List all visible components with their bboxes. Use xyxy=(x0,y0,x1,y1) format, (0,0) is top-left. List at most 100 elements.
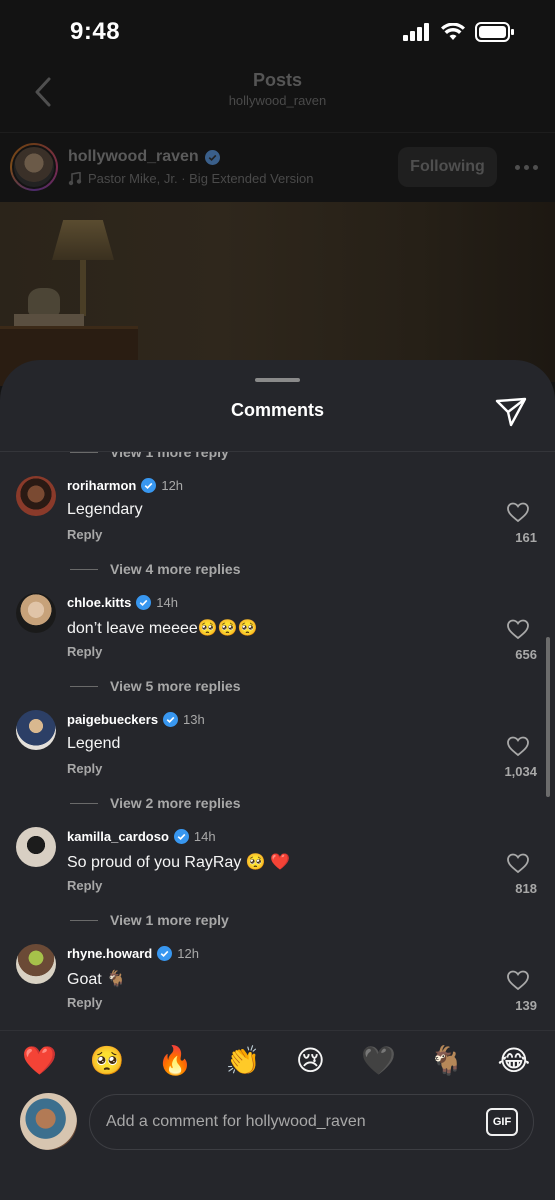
comment-input[interactable]: Add a comment for hollywood_raven xyxy=(89,1094,534,1150)
status-bar: 9:48 xyxy=(0,0,555,62)
comment-meta: paigebueckers 13h xyxy=(67,712,205,727)
sheet-grabber[interactable] xyxy=(255,378,300,382)
emoji-clapping-hands[interactable]: 👏 xyxy=(226,1044,261,1077)
view-replies-label: View 4 more replies xyxy=(110,561,241,577)
comment-item: roriharmon 12h Legendary Reply 161 xyxy=(0,464,555,557)
comment-item: paigebueckers 13h Legend Reply 1,034 xyxy=(0,698,555,791)
gif-button[interactable]: GIF xyxy=(486,1108,518,1136)
emoji-fire[interactable]: 🔥 xyxy=(158,1044,193,1077)
music-note-icon xyxy=(68,171,82,185)
comment-username[interactable]: chloe.kitts xyxy=(67,595,131,610)
comment-meta: chloe.kitts 14h xyxy=(67,595,178,610)
view-replies-label: View 2 more replies xyxy=(110,795,241,811)
heart-icon[interactable] xyxy=(506,734,530,758)
heart-icon[interactable] xyxy=(506,851,530,875)
page-title: Posts xyxy=(252,70,303,90)
comment-text: Legend xyxy=(67,735,121,752)
comment-text: don’t leave meeee🥺🥺🥺 xyxy=(67,620,258,637)
emoji-pleading-face[interactable]: 🥺 xyxy=(90,1044,125,1077)
books xyxy=(14,314,84,326)
reply-button[interactable]: Reply xyxy=(67,644,102,659)
like-count: 656 xyxy=(515,647,537,662)
post-image[interactable] xyxy=(0,202,555,386)
view-replies-button[interactable]: View 1 more reply xyxy=(0,452,555,464)
emoji-crying-face[interactable]: 😢 xyxy=(293,1044,327,1077)
comment-username[interactable]: paigebueckers xyxy=(67,712,158,727)
dot-icon xyxy=(514,164,520,170)
following-button[interactable]: Following xyxy=(398,147,497,187)
sheet-title: Comments xyxy=(230,400,324,420)
view-replies-button[interactable]: View 4 more replies xyxy=(0,557,555,581)
emoji-goat[interactable]: 🐐 xyxy=(429,1044,464,1077)
view-replies-button[interactable]: View 2 more replies xyxy=(0,791,555,815)
reply-line xyxy=(70,568,98,570)
page-subtitle: hollywood_raven xyxy=(228,93,327,108)
avatar[interactable] xyxy=(16,710,56,750)
screen: 9:48 Posts hollywood_raven hollywood_rav… xyxy=(0,0,555,1200)
comment-time: 14h xyxy=(193,829,216,844)
comment-text: So proud of you RayRay 🥺 ❤️ xyxy=(67,854,291,871)
comment-meta: kamilla_cardoso 14h xyxy=(67,829,216,844)
like-count: 161 xyxy=(515,530,537,545)
reply-button[interactable]: Reply xyxy=(67,527,102,542)
like-count: 1,034 xyxy=(504,764,537,779)
comment-item: kamilla_cardoso 14h So proud of you RayR… xyxy=(0,815,555,908)
comments-sheet: Comments View 1 more reply roriharmon 12… xyxy=(0,360,555,1200)
view-replies-label: View 1 more reply xyxy=(110,452,229,460)
reply-button[interactable]: Reply xyxy=(67,761,102,776)
comment-input-placeholder: Add a comment for hollywood_raven xyxy=(106,1113,366,1130)
lamp-pole xyxy=(80,260,86,316)
comment-meta: rhyne.howard 12h xyxy=(67,946,199,961)
reply-line xyxy=(70,919,98,921)
comments-list: View 1 more reply roriharmon 12h Legenda… xyxy=(0,452,555,1025)
reply-button[interactable]: Reply xyxy=(67,878,102,893)
like-count: 139 xyxy=(515,998,537,1013)
status-time: 9:48 xyxy=(70,18,121,45)
comment-item: rhyne.howard 12h Goat 🐐 Reply 139 xyxy=(0,932,555,1025)
music-label: Pastor Mike, Jr. · Big Extended Version xyxy=(88,171,314,186)
reply-button[interactable]: Reply xyxy=(67,995,102,1010)
verified-badge-icon xyxy=(157,946,173,961)
heart-icon[interactable] xyxy=(506,500,530,524)
dot-icon xyxy=(523,164,529,170)
verified-badge-icon xyxy=(136,595,152,610)
post-author[interactable]: hollywood_raven xyxy=(68,148,220,166)
status-icons xyxy=(403,22,515,42)
comment-username[interactable]: kamilla_cardoso xyxy=(67,829,169,844)
view-replies-button[interactable]: View 1 more reply xyxy=(0,908,555,932)
verified-badge-icon xyxy=(163,712,179,727)
emoji-laughing-face[interactable]: 😂 xyxy=(497,1044,531,1077)
post-music[interactable]: Pastor Mike, Jr. · Big Extended Version xyxy=(68,171,313,186)
scrollbar[interactable] xyxy=(546,637,550,797)
comment-composer: Add a comment for hollywood_raven GIF xyxy=(0,1090,555,1200)
current-user-avatar[interactable] xyxy=(20,1093,77,1150)
verified-badge-icon xyxy=(204,149,220,165)
lamp-shade xyxy=(52,220,114,260)
post-author-avatar[interactable] xyxy=(10,143,58,191)
comment-time: 12h xyxy=(177,946,199,961)
avatar[interactable] xyxy=(16,593,56,633)
emoji-black-heart[interactable]: 🖤 xyxy=(361,1044,396,1077)
comment-username[interactable]: roriharmon xyxy=(67,478,136,493)
emoji-red-heart[interactable]: ❤️ xyxy=(22,1044,57,1077)
heart-icon[interactable] xyxy=(506,617,530,641)
view-replies-button[interactable]: View 5 more replies xyxy=(0,674,555,698)
reply-line xyxy=(70,802,98,804)
verified-badge-icon xyxy=(173,829,189,844)
comment-time: 14h xyxy=(156,595,178,610)
comments-viewport: View 1 more reply roriharmon 12h Legenda… xyxy=(0,452,555,1029)
share-button[interactable] xyxy=(494,395,528,429)
avatar[interactable] xyxy=(16,827,56,867)
comment-meta: roriharmon 12h xyxy=(67,478,183,493)
view-replies-label: View 1 more reply xyxy=(110,912,229,928)
avatar[interactable] xyxy=(16,944,56,984)
more-options-button[interactable] xyxy=(512,157,540,177)
comment-username[interactable]: rhyne.howard xyxy=(67,946,152,961)
avatar[interactable] xyxy=(16,476,56,516)
comment-time: 13h xyxy=(183,712,205,727)
verified-badge-icon xyxy=(141,478,157,493)
dot-icon xyxy=(532,164,538,170)
emoji-bar: ❤️ 🥺 🔥 👏 😢 🖤 🐐 😂 xyxy=(0,1030,555,1090)
view-replies-label: View 5 more replies xyxy=(110,678,241,694)
heart-icon[interactable] xyxy=(506,968,530,992)
